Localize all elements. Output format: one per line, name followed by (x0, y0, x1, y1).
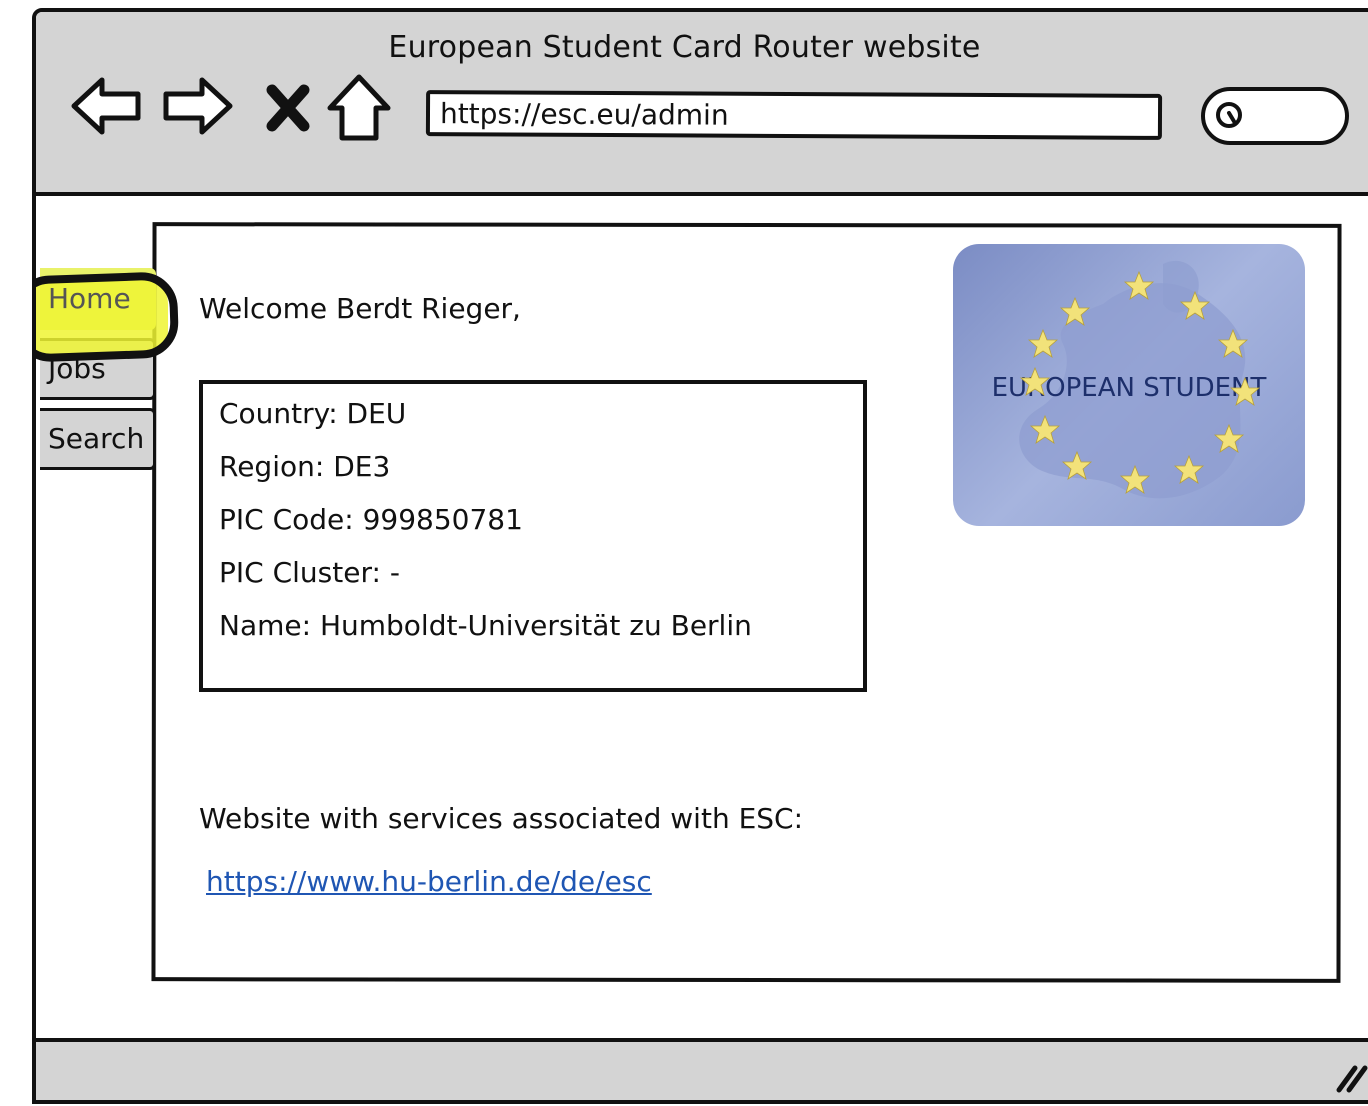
status-bar (36, 1038, 1368, 1100)
region-field: Region: DE3 (219, 450, 391, 483)
tab-search[interactable]: Search (40, 408, 156, 470)
stop-button[interactable] (264, 74, 328, 138)
name-field: Name: Humboldt-Universität zu Berlin (219, 609, 752, 642)
institution-info-box: Country: DEU Region: DE3 PIC Code: 99985… (199, 380, 867, 692)
forward-arrow-icon (163, 77, 233, 135)
resize-grip-icon[interactable] (1325, 1052, 1368, 1096)
tab-home[interactable]: Home (40, 268, 156, 330)
services-label: Website with services associated with ES… (199, 802, 804, 835)
pic-code-field: PIC Code: 999850781 (219, 503, 523, 536)
country-field: Country: DEU (219, 397, 407, 430)
search-field[interactable] (1201, 87, 1349, 145)
address-bar[interactable] (425, 90, 1163, 140)
services-link[interactable]: https://www.hu-berlin.de/de/esc (206, 865, 652, 898)
sidebar-tabs: Home Jobs Search (40, 268, 156, 478)
close-icon (266, 84, 310, 132)
tab-jobs-label: Jobs (48, 352, 106, 385)
pic-cluster-field: PIC Cluster: - (219, 556, 400, 589)
search-icon (1216, 102, 1242, 128)
browser-toolbar: European Student Card Router website (36, 12, 1368, 196)
forward-button[interactable] (162, 74, 233, 138)
welcome-message: Welcome Berdt Rieger, (199, 292, 521, 325)
europe-map-image: EUROPEAN STUDENT (992, 260, 1267, 499)
window-title: European Student Card Router website (388, 30, 981, 65)
european-student-logo: EUROPEAN STUDENT (953, 244, 1305, 526)
home-icon (327, 74, 391, 141)
home-button[interactable] (326, 72, 391, 141)
browser-window: European Student Card Router website htt… (32, 8, 1368, 1104)
tab-jobs[interactable]: Jobs (40, 338, 156, 400)
back-arrow-icon (71, 77, 141, 135)
url-input[interactable] (429, 94, 1159, 136)
tab-search-label: Search (48, 422, 145, 455)
back-button[interactable] (70, 74, 141, 138)
tab-home-label: Home (48, 282, 131, 315)
